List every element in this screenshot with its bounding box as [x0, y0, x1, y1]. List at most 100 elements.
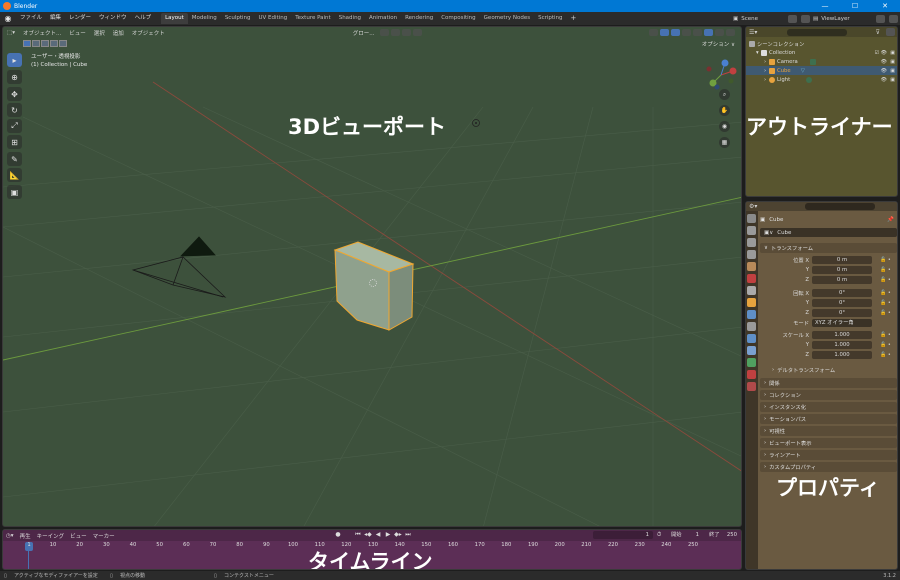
- outliner-row-camera[interactable]: › Camera 👁 ▣: [746, 57, 897, 66]
- end-frame-field[interactable]: 250: [721, 531, 741, 539]
- pan-hand-icon[interactable]: ✋: [719, 105, 730, 116]
- tab-geometry-nodes[interactable]: Geometry Nodes: [480, 13, 534, 24]
- rotation-mode-dropdown[interactable]: XYZ オイラー角: [812, 318, 872, 327]
- menu-edit[interactable]: 編集: [46, 12, 65, 25]
- minimize-button[interactable]: —: [810, 0, 840, 12]
- scene-copy-icon[interactable]: [787, 14, 797, 23]
- section-visibility[interactable]: › 可視性: [760, 426, 897, 436]
- prev-keyframe-icon[interactable]: ◂◆: [364, 531, 372, 539]
- lock-icon[interactable]: 🔓 •: [880, 352, 891, 358]
- location-y-field[interactable]: 0 m: [812, 265, 872, 274]
- viewlayer-delete-icon[interactable]: [888, 14, 898, 23]
- close-button[interactable]: ✕: [870, 0, 900, 12]
- tab-uv-editing[interactable]: UV Editing: [255, 13, 292, 24]
- zoom-icon[interactable]: ⌕: [719, 89, 730, 100]
- light-data-icon[interactable]: [806, 76, 813, 83]
- scene-selector[interactable]: ▣ Scene: [733, 13, 812, 24]
- eye-icon[interactable]: 👁: [881, 50, 887, 56]
- menu-render[interactable]: レンダー: [65, 12, 95, 25]
- timeline-editor-icon[interactable]: ◷▾: [3, 533, 17, 539]
- gizmo-icon[interactable]: [659, 29, 669, 36]
- properties-editor-icon[interactable]: ⚙▾: [749, 203, 757, 210]
- section-collections[interactable]: › コレクション: [760, 390, 897, 400]
- tab-texture-paint[interactable]: Texture Paint: [291, 13, 335, 24]
- viewlayer-selector[interactable]: ▤ ViewLayer: [813, 13, 900, 24]
- rendered-shading-icon[interactable]: [725, 29, 735, 36]
- material-tab-icon[interactable]: [747, 370, 756, 379]
- filter-icon[interactable]: ⊽: [876, 29, 880, 36]
- scene-tab-icon[interactable]: [747, 262, 756, 271]
- menu-window[interactable]: ウィンドウ: [95, 12, 131, 25]
- rotation-z-field[interactable]: 0°: [812, 308, 872, 317]
- viewport-menu-select[interactable]: 選択: [90, 29, 109, 37]
- render-camera-icon[interactable]: ▣: [890, 50, 895, 56]
- tab-compositing[interactable]: Compositing: [437, 13, 479, 24]
- texture-tab-icon[interactable]: [747, 382, 756, 391]
- timeline-menu-playback[interactable]: 再生: [17, 532, 34, 540]
- modifier-tab-icon[interactable]: [747, 310, 756, 319]
- world-tab-icon[interactable]: [747, 274, 756, 283]
- mode-dropdown[interactable]: オブジェクト...: [19, 29, 65, 37]
- current-frame-field[interactable]: 1: [593, 531, 653, 539]
- scale-x-field[interactable]: 1.000: [812, 330, 872, 339]
- rotate-tool-icon[interactable]: ↻: [7, 103, 22, 117]
- eye-icon[interactable]: 👁: [881, 68, 887, 74]
- jump-end-icon[interactable]: ⏭: [404, 531, 412, 539]
- record-icon[interactable]: ●: [334, 531, 342, 539]
- outliner-row-collection[interactable]: ▾ Collection ☑ 👁 ▣: [746, 48, 897, 57]
- scale-y-field[interactable]: 1.000: [812, 340, 872, 349]
- scale-tool-icon[interactable]: ⤢: [7, 119, 22, 133]
- snap-icon[interactable]: [390, 29, 400, 36]
- section-custom-properties[interactable]: › カスタムプロパティ: [760, 462, 897, 472]
- play-icon[interactable]: ▶: [384, 531, 392, 539]
- render-camera-icon[interactable]: ▣: [890, 77, 895, 83]
- measure-tool-icon[interactable]: 📐: [7, 168, 22, 182]
- transform-section[interactable]: ∨ トランスフォーム: [760, 243, 897, 253]
- rotation-x-field[interactable]: 0°: [812, 288, 872, 297]
- tab-animation[interactable]: Animation: [365, 13, 401, 24]
- select-extend-icon[interactable]: [32, 40, 40, 47]
- outliner-search-input[interactable]: [787, 28, 848, 36]
- pivot-icon[interactable]: [379, 29, 389, 36]
- transform-tool-icon[interactable]: ⊞: [7, 135, 22, 149]
- view-layer-tab-icon[interactable]: [747, 250, 756, 259]
- collection-checkbox-icon[interactable]: ☑: [875, 50, 879, 56]
- transform-orientation-dropdown[interactable]: グロー...: [349, 29, 379, 37]
- scale-z-field[interactable]: 1.000: [812, 350, 872, 359]
- output-tab-icon[interactable]: [747, 238, 756, 247]
- select-new-icon[interactable]: [23, 40, 31, 47]
- editor-type-icon[interactable]: ⬚▾: [3, 30, 19, 36]
- modifier-icon[interactable]: ▽: [801, 68, 805, 74]
- lock-icon[interactable]: 🔓 •: [880, 277, 891, 283]
- jump-start-icon[interactable]: ⏮: [354, 531, 362, 539]
- scene-delete-icon[interactable]: [800, 14, 810, 23]
- constraints-tab-icon[interactable]: [747, 346, 756, 355]
- section-instancing[interactable]: › インスタンス化: [760, 402, 897, 412]
- 3d-viewport[interactable]: ⬚▾ オブジェクト... ビュー 選択 追加 オブジェクト グロー... オプシ…: [2, 26, 742, 527]
- outliner-editor-icon[interactable]: ☰▾: [749, 29, 757, 36]
- select-invert-icon[interactable]: [50, 40, 58, 47]
- physics-tab-icon[interactable]: [747, 334, 756, 343]
- falloff-icon[interactable]: [412, 29, 422, 36]
- object-name-field[interactable]: ▣∨ Cube: [760, 228, 897, 237]
- tab-modeling[interactable]: Modeling: [188, 13, 221, 24]
- timeline-menu-marker[interactable]: マーカー: [90, 532, 118, 540]
- start-frame-field[interactable]: 1: [683, 531, 703, 539]
- object-tab-icon[interactable]: [747, 298, 756, 307]
- next-keyframe-icon[interactable]: ◆▸: [394, 531, 402, 539]
- tab-sculpting[interactable]: Sculpting: [221, 13, 255, 24]
- timeline-menu-view[interactable]: ビュー: [67, 532, 90, 540]
- solid-shading-icon[interactable]: [703, 29, 713, 36]
- add-workspace-button[interactable]: +: [567, 13, 581, 24]
- timeline-menu-keying[interactable]: キーイング: [34, 532, 68, 540]
- camera-view-icon[interactable]: ◉: [719, 121, 730, 132]
- lock-icon[interactable]: 🔓 •: [880, 300, 891, 306]
- proportional-edit-icon[interactable]: [401, 29, 411, 36]
- new-collection-icon[interactable]: [886, 28, 895, 36]
- section-viewport-display[interactable]: › ビューポート表示: [760, 438, 897, 448]
- select-box-tool-icon[interactable]: ▸: [7, 53, 22, 67]
- section-line-art[interactable]: › ラインアート: [760, 450, 897, 460]
- location-z-field[interactable]: 0 m: [812, 275, 872, 284]
- tab-layout[interactable]: Layout: [161, 13, 188, 24]
- select-subtract-icon[interactable]: [41, 40, 49, 47]
